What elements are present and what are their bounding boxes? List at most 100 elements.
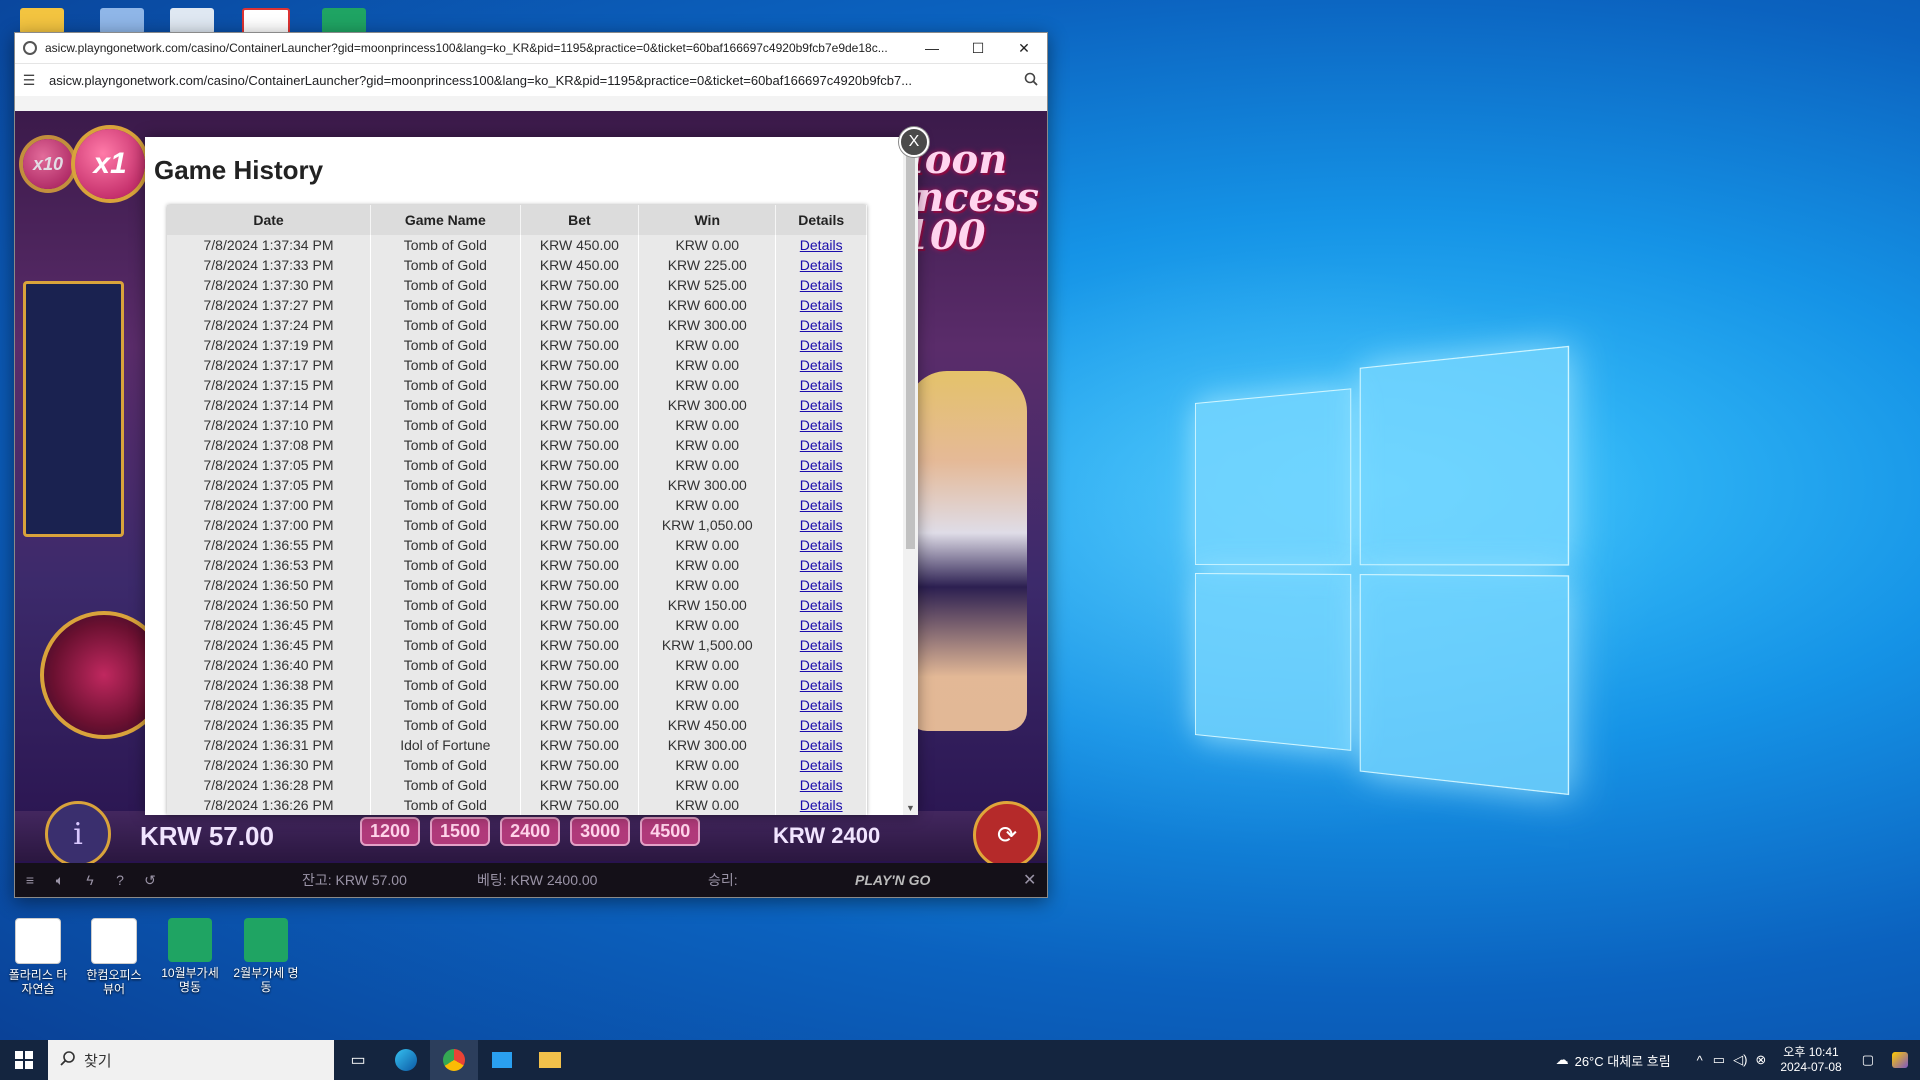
details-link[interactable]: Details [800,637,843,653]
start-button[interactable] [0,1040,48,1080]
details-link[interactable]: Details [800,537,843,553]
cell-date: 7/8/2024 1:36:55 PM [167,535,372,555]
bet-option[interactable]: 3000 [570,817,631,846]
cell-win: KRW 0.00 [638,615,777,635]
table-row: 7/8/2024 1:36:26 PM Tomb of Gold KRW 750.0… [167,795,867,815]
modal-close-button[interactable]: X [899,127,929,157]
details-link[interactable]: Details [800,697,843,713]
details-link[interactable]: Details [800,437,843,453]
details-link[interactable]: Details [800,597,843,613]
cell-game-name: Tomb of Gold [370,515,521,535]
weather-icon[interactable]: ☁ [1556,1052,1569,1068]
details-link[interactable]: Details [800,617,843,633]
details-link[interactable]: Details [800,677,843,693]
details-link[interactable]: Details [800,357,843,373]
details-link[interactable]: Details [800,477,843,493]
chevron-up-icon[interactable]: ^ [1697,1053,1703,1068]
cell-win: KRW 1,500.00 [638,635,777,655]
cell-date: 7/8/2024 1:36:45 PM [167,615,372,635]
search-icon [60,1050,76,1070]
chrome-browser-icon[interactable] [430,1040,478,1080]
desktop-icon-vat-feb[interactable]: 2월부가세 명동 [232,918,300,994]
weather-text[interactable]: 26°C 대체로 흐림 [1575,1051,1671,1070]
cell-date: 7/8/2024 1:36:50 PM [167,575,372,595]
zoom-icon[interactable] [1015,72,1047,89]
help-icon[interactable]: ? [105,872,135,888]
spreadsheet-file-icon[interactable] [322,8,366,34]
shortcut-icon[interactable] [100,8,144,34]
modal-scrollbar[interactable]: ▲ ▼ [903,137,918,815]
details-link[interactable]: Details [800,657,843,673]
details-link[interactable]: Details [800,277,843,293]
scroll-down-arrow-icon[interactable]: ▼ [903,801,918,815]
bet-option[interactable]: 2400 [500,817,561,846]
info-button[interactable]: i [45,801,111,867]
cell-details: Details [775,695,867,715]
clock[interactable]: 오후 10:41 2024-07-08 [1780,1045,1841,1075]
network-icon[interactable]: ▭ [1713,1052,1725,1068]
table-row: 7/8/2024 1:37:14 PM Tomb of Gold KRW 750.0… [167,395,867,415]
scrollbar-thumb[interactable] [906,153,915,549]
cell-details: Details [775,435,867,455]
details-link[interactable]: Details [800,297,843,313]
cell-bet: KRW 750.00 [520,635,640,655]
details-link[interactable]: Details [800,317,843,333]
details-link[interactable]: Details [800,517,843,533]
volume-icon[interactable]: ◁) [1733,1052,1747,1068]
title-bar[interactable]: asicw.playngonetwork.com/casino/Containe… [15,33,1047,63]
cell-bet: KRW 750.00 [520,395,640,415]
edge-browser-icon[interactable] [382,1040,430,1080]
desktop-icon-typing-practice[interactable]: 폴라리스 타자연습 [4,918,72,996]
details-link[interactable]: Details [800,237,843,253]
menu-icon[interactable]: ≡ [15,872,45,888]
details-link[interactable]: Details [800,737,843,753]
spin-button[interactable]: ⟳ [973,801,1041,869]
taskbar-search-box[interactable]: 찾기 [48,1040,334,1080]
details-link[interactable]: Details [800,397,843,413]
details-link[interactable]: Details [800,717,843,733]
maximize-button[interactable]: ☐ [955,33,1001,63]
table-row: 7/8/2024 1:36:53 PM Tomb of Gold KRW 750.0… [167,555,867,575]
sound-icon[interactable]: 🔈︎ [45,872,75,889]
bet-option[interactable]: 1500 [430,817,491,846]
details-link[interactable]: Details [800,497,843,513]
url-field[interactable]: asicw.playngonetwork.com/casino/Containe… [43,73,1015,88]
cell-game-name: Tomb of Gold [370,295,521,315]
cell-win: KRW 300.00 [638,475,777,495]
app-tray-icon[interactable] [1892,1052,1908,1068]
close-window-button[interactable]: ✕ [1001,33,1047,63]
notification-icon[interactable]: ▢ [1862,1052,1874,1068]
task-view-icon[interactable]: ▭ [334,1040,382,1080]
details-link[interactable]: Details [800,797,843,813]
site-settings-icon[interactable]: ☰ [15,72,43,89]
details-link[interactable]: Details [800,457,843,473]
cell-details: Details [775,495,867,515]
status-icon[interactable]: ⊗ [1755,1052,1766,1068]
program-icon[interactable] [170,8,214,34]
typing-practice-icon [15,918,61,964]
address-bar[interactable]: ☰ asicw.playngonetwork.com/casino/Contai… [15,63,1047,96]
folder-icon[interactable] [20,8,64,34]
file-explorer-icon[interactable] [526,1040,574,1080]
history-table-container[interactable]: Date Game Name Bet Win Details 7/8/2024 … [167,205,867,815]
bet-option[interactable]: 1200 [360,817,421,846]
details-link[interactable]: Details [800,577,843,593]
history-icon[interactable]: ↺ [135,872,165,889]
cell-details: Details [775,715,867,735]
details-link[interactable]: Details [800,757,843,773]
details-link[interactable]: Details [800,377,843,393]
details-link[interactable]: Details [800,337,843,353]
close-game-icon[interactable]: ✕ [1023,870,1036,890]
cell-bet: KRW 450.00 [520,255,640,275]
turbo-icon[interactable]: ϟ [75,872,105,888]
details-link[interactable]: Details [800,417,843,433]
desktop-icon-hancom-viewer[interactable]: 한컴오피스 뷰어 [80,918,148,996]
cell-win: KRW 450.00 [638,715,777,735]
mail-app-icon[interactable] [478,1040,526,1080]
minimize-button[interactable]: — [909,33,955,63]
details-link[interactable]: Details [800,557,843,573]
details-link[interactable]: Details [800,257,843,273]
details-link[interactable]: Details [800,777,843,793]
bet-option[interactable]: 4500 [640,817,701,846]
desktop-icon-vat-oct[interactable]: 10월부가세 명동 [156,918,224,994]
